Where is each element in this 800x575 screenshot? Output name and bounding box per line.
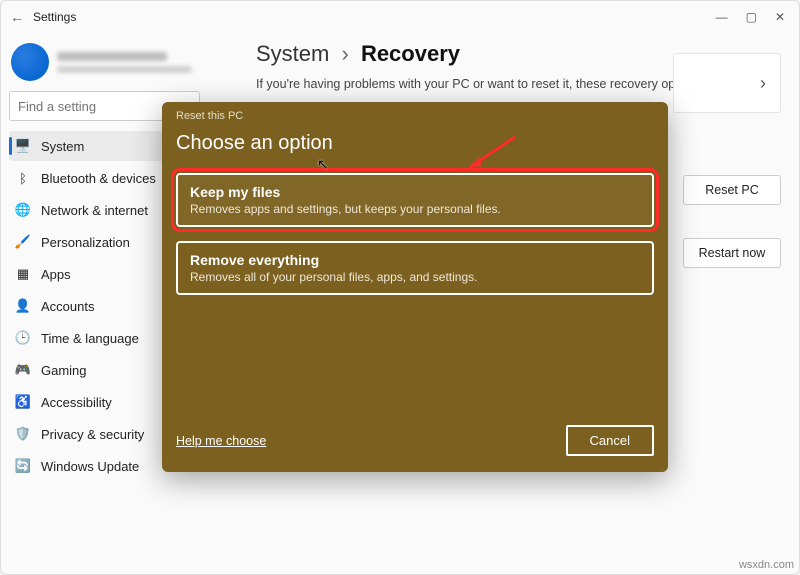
- user-panel[interactable]: [9, 37, 200, 91]
- nav-label: Time & language: [41, 331, 139, 346]
- option-title: Remove everything: [190, 252, 640, 268]
- nav-label: Gaming: [41, 363, 87, 378]
- nav-label: Personalization: [41, 235, 130, 250]
- nav-label: System: [41, 139, 84, 154]
- minimize-icon[interactable]: —: [716, 10, 728, 24]
- nav-label: Privacy & security: [41, 427, 144, 442]
- restart-now-button[interactable]: Restart now: [683, 238, 781, 268]
- option-remove-everything[interactable]: Remove everything Removes all of your per…: [176, 241, 654, 295]
- nav-icon: 🖌️: [15, 234, 31, 250]
- nav-icon: 🔄: [15, 458, 31, 474]
- back-icon[interactable]: ←: [7, 9, 27, 25]
- chevron-right-icon: ›: [341, 41, 348, 66]
- dialog-title: Choose an option: [176, 132, 654, 155]
- help-me-choose-link[interactable]: Help me choose: [176, 434, 266, 448]
- maximize-icon[interactable]: ▢: [746, 10, 757, 24]
- window-title: Settings: [33, 10, 76, 24]
- window-controls: — ▢ ✕: [716, 10, 793, 24]
- nav-label: Network & internet: [41, 203, 148, 218]
- option-title: Keep my files: [190, 184, 640, 200]
- recovery-card[interactable]: ›: [673, 53, 781, 113]
- avatar: [11, 43, 49, 81]
- cancel-button[interactable]: Cancel: [566, 425, 654, 456]
- nav-icon: 🎮: [15, 362, 31, 378]
- nav-icon: 👤: [15, 298, 31, 314]
- cursor-icon: ↖: [317, 156, 329, 173]
- breadcrumb-current: Recovery: [361, 41, 460, 66]
- dialog-footer: Help me choose Cancel: [176, 425, 654, 456]
- nav-icon: ᛒ: [15, 170, 31, 186]
- nav-icon: ▦: [15, 266, 31, 282]
- nav-icon: 🌐: [15, 202, 31, 218]
- option-desc: Removes apps and settings, but keeps you…: [190, 202, 640, 216]
- option-keep-files[interactable]: Keep my files Removes apps and settings, …: [176, 173, 654, 227]
- reset-dialog: Reset this PC Choose an option ↖ Keep my…: [162, 102, 668, 472]
- option-desc: Removes all of your personal files, apps…: [190, 270, 640, 284]
- chevron-right-icon: ›: [760, 73, 766, 94]
- close-icon[interactable]: ✕: [775, 10, 785, 24]
- nav-label: Apps: [41, 267, 71, 282]
- nav-icon: 🖥️: [15, 138, 31, 154]
- dialog-header: Reset this PC: [176, 110, 654, 122]
- watermark: wsxdn.com: [739, 559, 794, 571]
- reset-pc-button[interactable]: Reset PC: [683, 175, 781, 205]
- titlebar: ← Settings — ▢ ✕: [1, 1, 799, 33]
- nav-icon: 🛡️: [15, 426, 31, 442]
- nav-icon: ♿: [15, 394, 31, 410]
- nav-label: Bluetooth & devices: [41, 171, 156, 186]
- user-info-blurred: [57, 52, 198, 73]
- nav-label: Accounts: [41, 299, 94, 314]
- nav-icon: 🕒: [15, 330, 31, 346]
- nav-label: Windows Update: [41, 459, 139, 474]
- breadcrumb-root[interactable]: System: [256, 41, 329, 66]
- nav-label: Accessibility: [41, 395, 112, 410]
